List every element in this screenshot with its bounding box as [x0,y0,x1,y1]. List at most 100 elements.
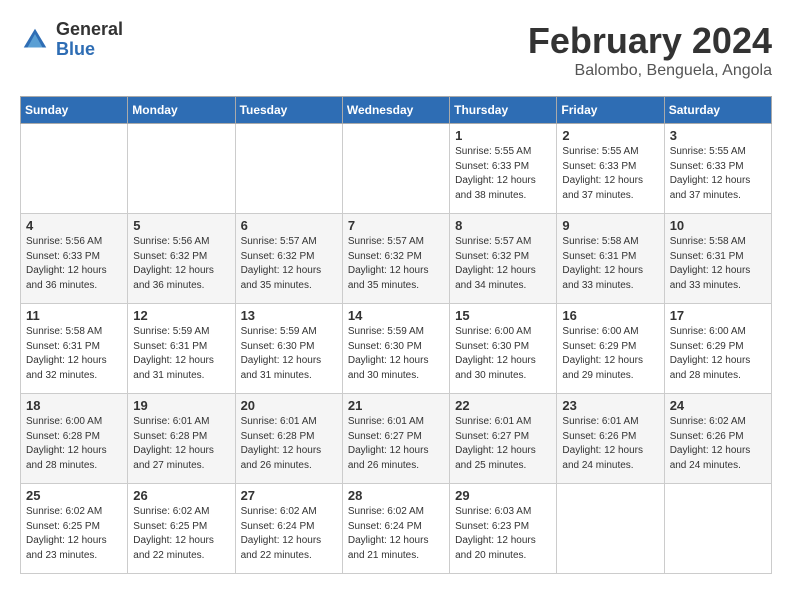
day-number: 21 [348,398,444,413]
day-info: Sunrise: 6:00 AM Sunset: 6:29 PM Dayligh… [670,325,766,383]
day-cell: 23 Sunrise: 6:01 AM Sunset: 6:26 PM Dayli… [557,394,664,484]
day-cell [342,124,449,214]
logo-blue: Blue [56,40,123,60]
day-info: Sunrise: 5:55 AM Sunset: 6:33 PM Dayligh… [455,145,551,203]
day-cell: 16 Sunrise: 6:00 AM Sunset: 6:29 PM Dayli… [557,304,664,394]
day-number: 29 [455,488,551,503]
title-area: February 2024 Balombo, Benguela, Angola [528,20,772,80]
day-info: Sunrise: 5:56 AM Sunset: 6:32 PM Dayligh… [133,235,229,293]
day-cell [664,484,771,574]
day-cell: 12Sunrise: 5:59 AM Sunset: 6:31 PM Dayli… [128,304,235,394]
day-number: 12 [133,308,229,323]
header-cell-tuesday: Tuesday [235,97,342,124]
day-info: Sunrise: 5:57 AM Sunset: 6:32 PM Dayligh… [455,235,551,293]
day-cell: 13Sunrise: 5:59 AM Sunset: 6:30 PM Dayli… [235,304,342,394]
day-number: 8 [455,218,551,233]
day-cell: 8 Sunrise: 5:57 AM Sunset: 6:32 PM Daylig… [450,214,557,304]
day-cell: 20 Sunrise: 6:01 AM Sunset: 6:28 PM Dayli… [235,394,342,484]
header-row: SundayMondayTuesdayWednesdayThursdayFrid… [21,97,772,124]
day-info: Sunrise: 6:02 AM Sunset: 6:25 PM Dayligh… [133,505,229,563]
day-cell: 24Sunrise: 6:02 AM Sunset: 6:26 PM Dayli… [664,394,771,484]
day-info: Sunrise: 5:55 AM Sunset: 6:33 PM Dayligh… [562,145,658,203]
week-row-4: 25 Sunrise: 6:02 AM Sunset: 6:25 PM Dayli… [21,484,772,574]
day-cell: 1 Sunrise: 5:55 AM Sunset: 6:33 PM Daylig… [450,124,557,214]
day-number: 13 [241,308,337,323]
day-cell: 22 Sunrise: 6:01 AM Sunset: 6:27 PM Dayli… [450,394,557,484]
day-info: Sunrise: 6:02 AM Sunset: 6:25 PM Dayligh… [26,505,122,563]
logo-text: General Blue [56,20,123,60]
header-cell-monday: Monday [128,97,235,124]
day-number: 6 [241,218,337,233]
header-cell-sunday: Sunday [21,97,128,124]
day-number: 4 [26,218,122,233]
day-info: Sunrise: 6:03 AM Sunset: 6:23 PM Dayligh… [455,505,551,563]
day-number: 7 [348,218,444,233]
header: General Blue February 2024 Balombo, Beng… [20,20,772,80]
day-cell: 4 Sunrise: 5:56 AM Sunset: 6:33 PM Daylig… [21,214,128,304]
day-number: 19 [133,398,229,413]
day-info: Sunrise: 5:55 AM Sunset: 6:33 PM Dayligh… [670,145,766,203]
header-cell-friday: Friday [557,97,664,124]
day-cell [21,124,128,214]
week-row-2: 11Sunrise: 5:58 AM Sunset: 6:31 PM Dayli… [21,304,772,394]
day-number: 2 [562,128,658,143]
day-info: Sunrise: 5:58 AM Sunset: 6:31 PM Dayligh… [26,325,122,383]
day-number: 3 [670,128,766,143]
day-number: 23 [562,398,658,413]
day-cell: 28 Sunrise: 6:02 AM Sunset: 6:24 PM Dayli… [342,484,449,574]
day-number: 1 [455,128,551,143]
header-cell-saturday: Saturday [664,97,771,124]
day-info: Sunrise: 6:02 AM Sunset: 6:26 PM Dayligh… [670,415,766,473]
day-cell: 2 Sunrise: 5:55 AM Sunset: 6:33 PM Daylig… [557,124,664,214]
day-cell: 27 Sunrise: 6:02 AM Sunset: 6:24 PM Dayli… [235,484,342,574]
week-row-3: 18 Sunrise: 6:00 AM Sunset: 6:28 PM Dayli… [21,394,772,484]
day-number: 28 [348,488,444,503]
calendar-table: SundayMondayTuesdayWednesdayThursdayFrid… [20,96,772,574]
day-number: 5 [133,218,229,233]
day-number: 22 [455,398,551,413]
day-info: Sunrise: 5:56 AM Sunset: 6:33 PM Dayligh… [26,235,122,293]
day-cell: 3 Sunrise: 5:55 AM Sunset: 6:33 PM Daylig… [664,124,771,214]
day-cell: 6 Sunrise: 5:57 AM Sunset: 6:32 PM Daylig… [235,214,342,304]
header-cell-wednesday: Wednesday [342,97,449,124]
day-info: Sunrise: 6:02 AM Sunset: 6:24 PM Dayligh… [348,505,444,563]
day-cell [128,124,235,214]
day-number: 15 [455,308,551,323]
day-number: 26 [133,488,229,503]
day-cell: 11Sunrise: 5:58 AM Sunset: 6:31 PM Dayli… [21,304,128,394]
day-cell [557,484,664,574]
day-info: Sunrise: 5:57 AM Sunset: 6:32 PM Dayligh… [241,235,337,293]
day-cell: 14Sunrise: 5:59 AM Sunset: 6:30 PM Dayli… [342,304,449,394]
header-cell-thursday: Thursday [450,97,557,124]
day-number: 16 [562,308,658,323]
day-number: 18 [26,398,122,413]
month-year: February 2024 [528,20,772,62]
day-cell: 25 Sunrise: 6:02 AM Sunset: 6:25 PM Dayli… [21,484,128,574]
day-info: Sunrise: 6:01 AM Sunset: 6:28 PM Dayligh… [241,415,337,473]
day-cell: 26 Sunrise: 6:02 AM Sunset: 6:25 PM Dayli… [128,484,235,574]
day-number: 20 [241,398,337,413]
day-number: 27 [241,488,337,503]
day-info: Sunrise: 6:01 AM Sunset: 6:26 PM Dayligh… [562,415,658,473]
day-info: Sunrise: 6:00 AM Sunset: 6:28 PM Dayligh… [26,415,122,473]
logo-icon [20,25,50,55]
day-info: Sunrise: 6:01 AM Sunset: 6:27 PM Dayligh… [348,415,444,473]
day-number: 9 [562,218,658,233]
day-cell: 17Sunrise: 6:00 AM Sunset: 6:29 PM Dayli… [664,304,771,394]
day-info: Sunrise: 6:00 AM Sunset: 6:29 PM Dayligh… [562,325,658,383]
day-number: 25 [26,488,122,503]
day-info: Sunrise: 5:57 AM Sunset: 6:32 PM Dayligh… [348,235,444,293]
week-row-0: 1 Sunrise: 5:55 AM Sunset: 6:33 PM Daylig… [21,124,772,214]
day-info: Sunrise: 6:01 AM Sunset: 6:28 PM Dayligh… [133,415,229,473]
day-number: 14 [348,308,444,323]
day-cell: 29 Sunrise: 6:03 AM Sunset: 6:23 PM Dayli… [450,484,557,574]
day-cell: 5 Sunrise: 5:56 AM Sunset: 6:32 PM Daylig… [128,214,235,304]
day-info: Sunrise: 5:58 AM Sunset: 6:31 PM Dayligh… [670,235,766,293]
logo-general: General [56,20,123,40]
day-cell: 18 Sunrise: 6:00 AM Sunset: 6:28 PM Dayli… [21,394,128,484]
logo: General Blue [20,20,123,60]
day-cell: 7 Sunrise: 5:57 AM Sunset: 6:32 PM Daylig… [342,214,449,304]
day-info: Sunrise: 6:02 AM Sunset: 6:24 PM Dayligh… [241,505,337,563]
location: Balombo, Benguela, Angola [528,62,772,80]
day-info: Sunrise: 6:01 AM Sunset: 6:27 PM Dayligh… [455,415,551,473]
